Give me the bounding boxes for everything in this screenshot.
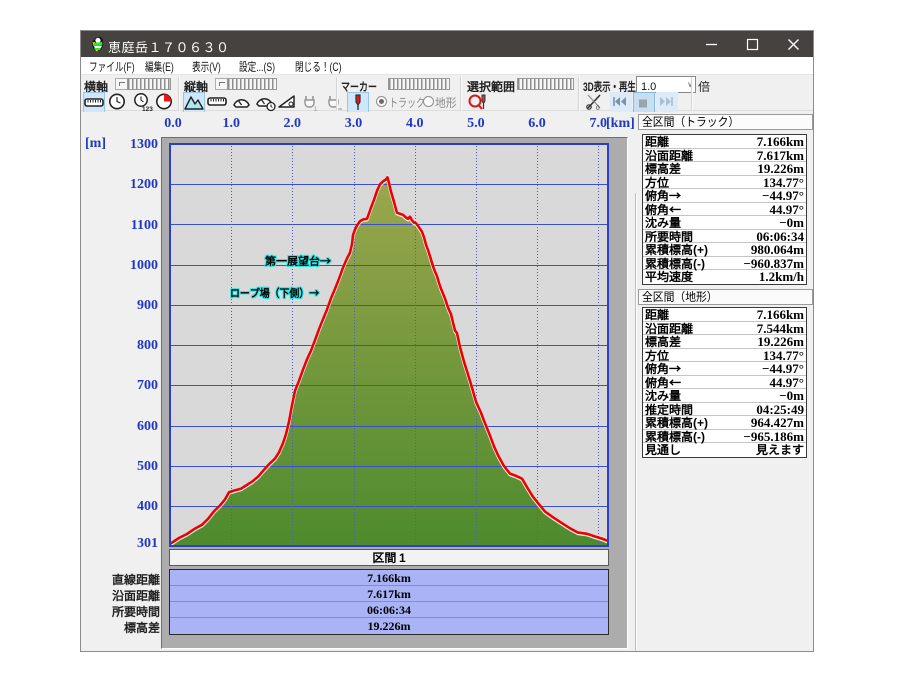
svg-text:0: 0 [596,105,600,112]
